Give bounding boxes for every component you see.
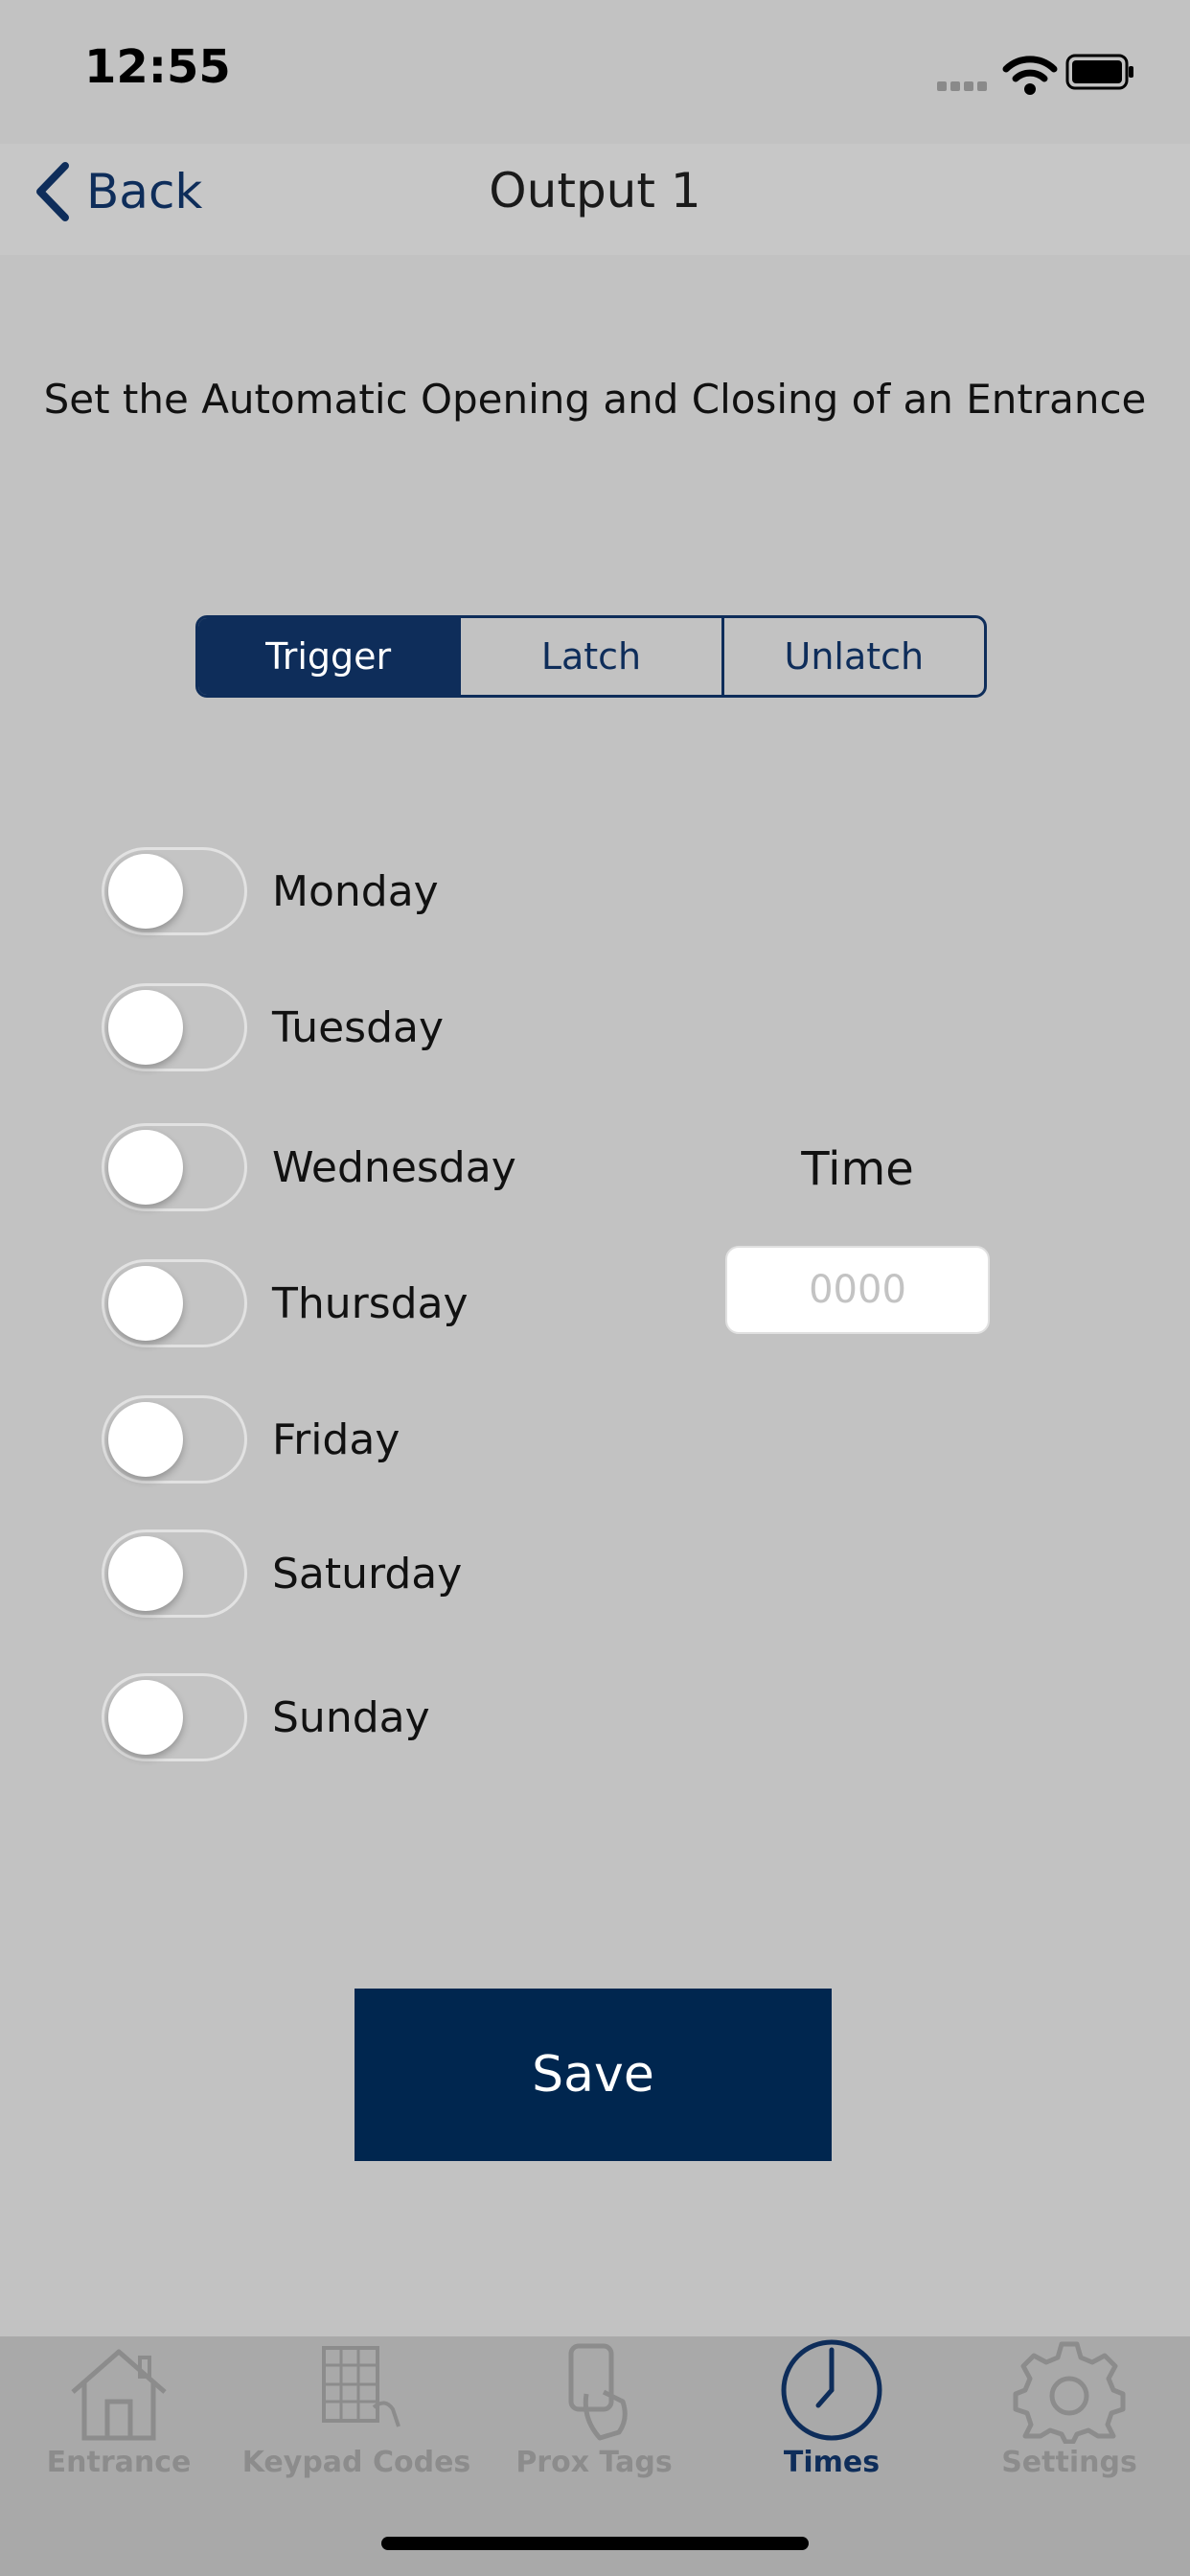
tuesday-label: Tuesday <box>272 1002 445 1052</box>
day-row-sunday: Sunday <box>102 1671 430 1763</box>
back-button[interactable]: Back <box>33 158 202 225</box>
tab-keypad-codes-label: Keypad Codes <box>241 2446 471 2479</box>
friday-toggle[interactable] <box>102 1395 247 1484</box>
mode-segmented-control: Trigger Latch Unlatch <box>195 615 987 698</box>
segment-latch[interactable]: Latch <box>461 618 724 695</box>
tab-entrance-label: Entrance <box>46 2446 192 2479</box>
wednesday-label: Wednesday <box>272 1142 516 1192</box>
segment-trigger[interactable]: Trigger <box>198 618 462 695</box>
day-row-monday: Monday <box>102 845 439 937</box>
day-row-thursday: Thursday <box>102 1257 469 1349</box>
wednesday-toggle[interactable] <box>102 1123 247 1211</box>
battery-icon <box>1065 54 1133 90</box>
clock-icon <box>781 2339 882 2441</box>
page-subtitle: Set the Automatic Opening and Closing of… <box>43 376 1147 423</box>
day-row-saturday: Saturday <box>102 1528 462 1620</box>
saturday-label: Saturday <box>272 1549 463 1598</box>
tab-times[interactable]: Times <box>713 2338 950 2482</box>
time-label: Time <box>801 1142 914 1196</box>
monday-toggle[interactable] <box>102 847 247 935</box>
back-label: Back <box>86 164 203 219</box>
prox-tag-icon <box>568 2343 628 2441</box>
friday-label: Friday <box>272 1414 400 1464</box>
wifi-icon <box>1002 56 1058 95</box>
tab-prox-tags[interactable]: Prox Tags <box>475 2338 713 2482</box>
sunday-toggle[interactable] <box>102 1673 247 1761</box>
save-button[interactable]: Save <box>355 1989 832 2161</box>
tab-settings-label: Settings <box>1001 2446 1137 2479</box>
tab-entrance[interactable]: Entrance <box>0 2338 238 2482</box>
saturday-toggle[interactable] <box>102 1530 247 1618</box>
day-row-friday: Friday <box>102 1393 400 1485</box>
signal-icon <box>937 77 993 91</box>
chevron-left-icon <box>36 162 69 221</box>
gear-icon <box>1013 2341 1126 2444</box>
tab-keypad-codes[interactable]: Keypad Codes <box>238 2338 475 2482</box>
segment-unlatch[interactable]: Unlatch <box>724 618 984 695</box>
monday-label: Monday <box>272 866 439 916</box>
home-indicator[interactable] <box>381 2537 809 2550</box>
tab-times-label: Times <box>783 2446 881 2479</box>
status-time: 12:55 <box>84 40 231 94</box>
time-input[interactable] <box>725 1246 990 1334</box>
house-icon <box>71 2349 167 2441</box>
day-row-tuesday: Tuesday <box>102 981 444 1073</box>
sunday-label: Sunday <box>272 1692 430 1742</box>
tab-prox-tags-label: Prox Tags <box>515 2446 673 2479</box>
tuesday-toggle[interactable] <box>102 983 247 1071</box>
keypad-icon <box>322 2346 400 2427</box>
day-row-wednesday: Wednesday <box>102 1121 516 1213</box>
thursday-toggle[interactable] <box>102 1259 247 1347</box>
thursday-label: Thursday <box>272 1278 469 1328</box>
tab-settings[interactable]: Settings <box>950 2338 1188 2482</box>
